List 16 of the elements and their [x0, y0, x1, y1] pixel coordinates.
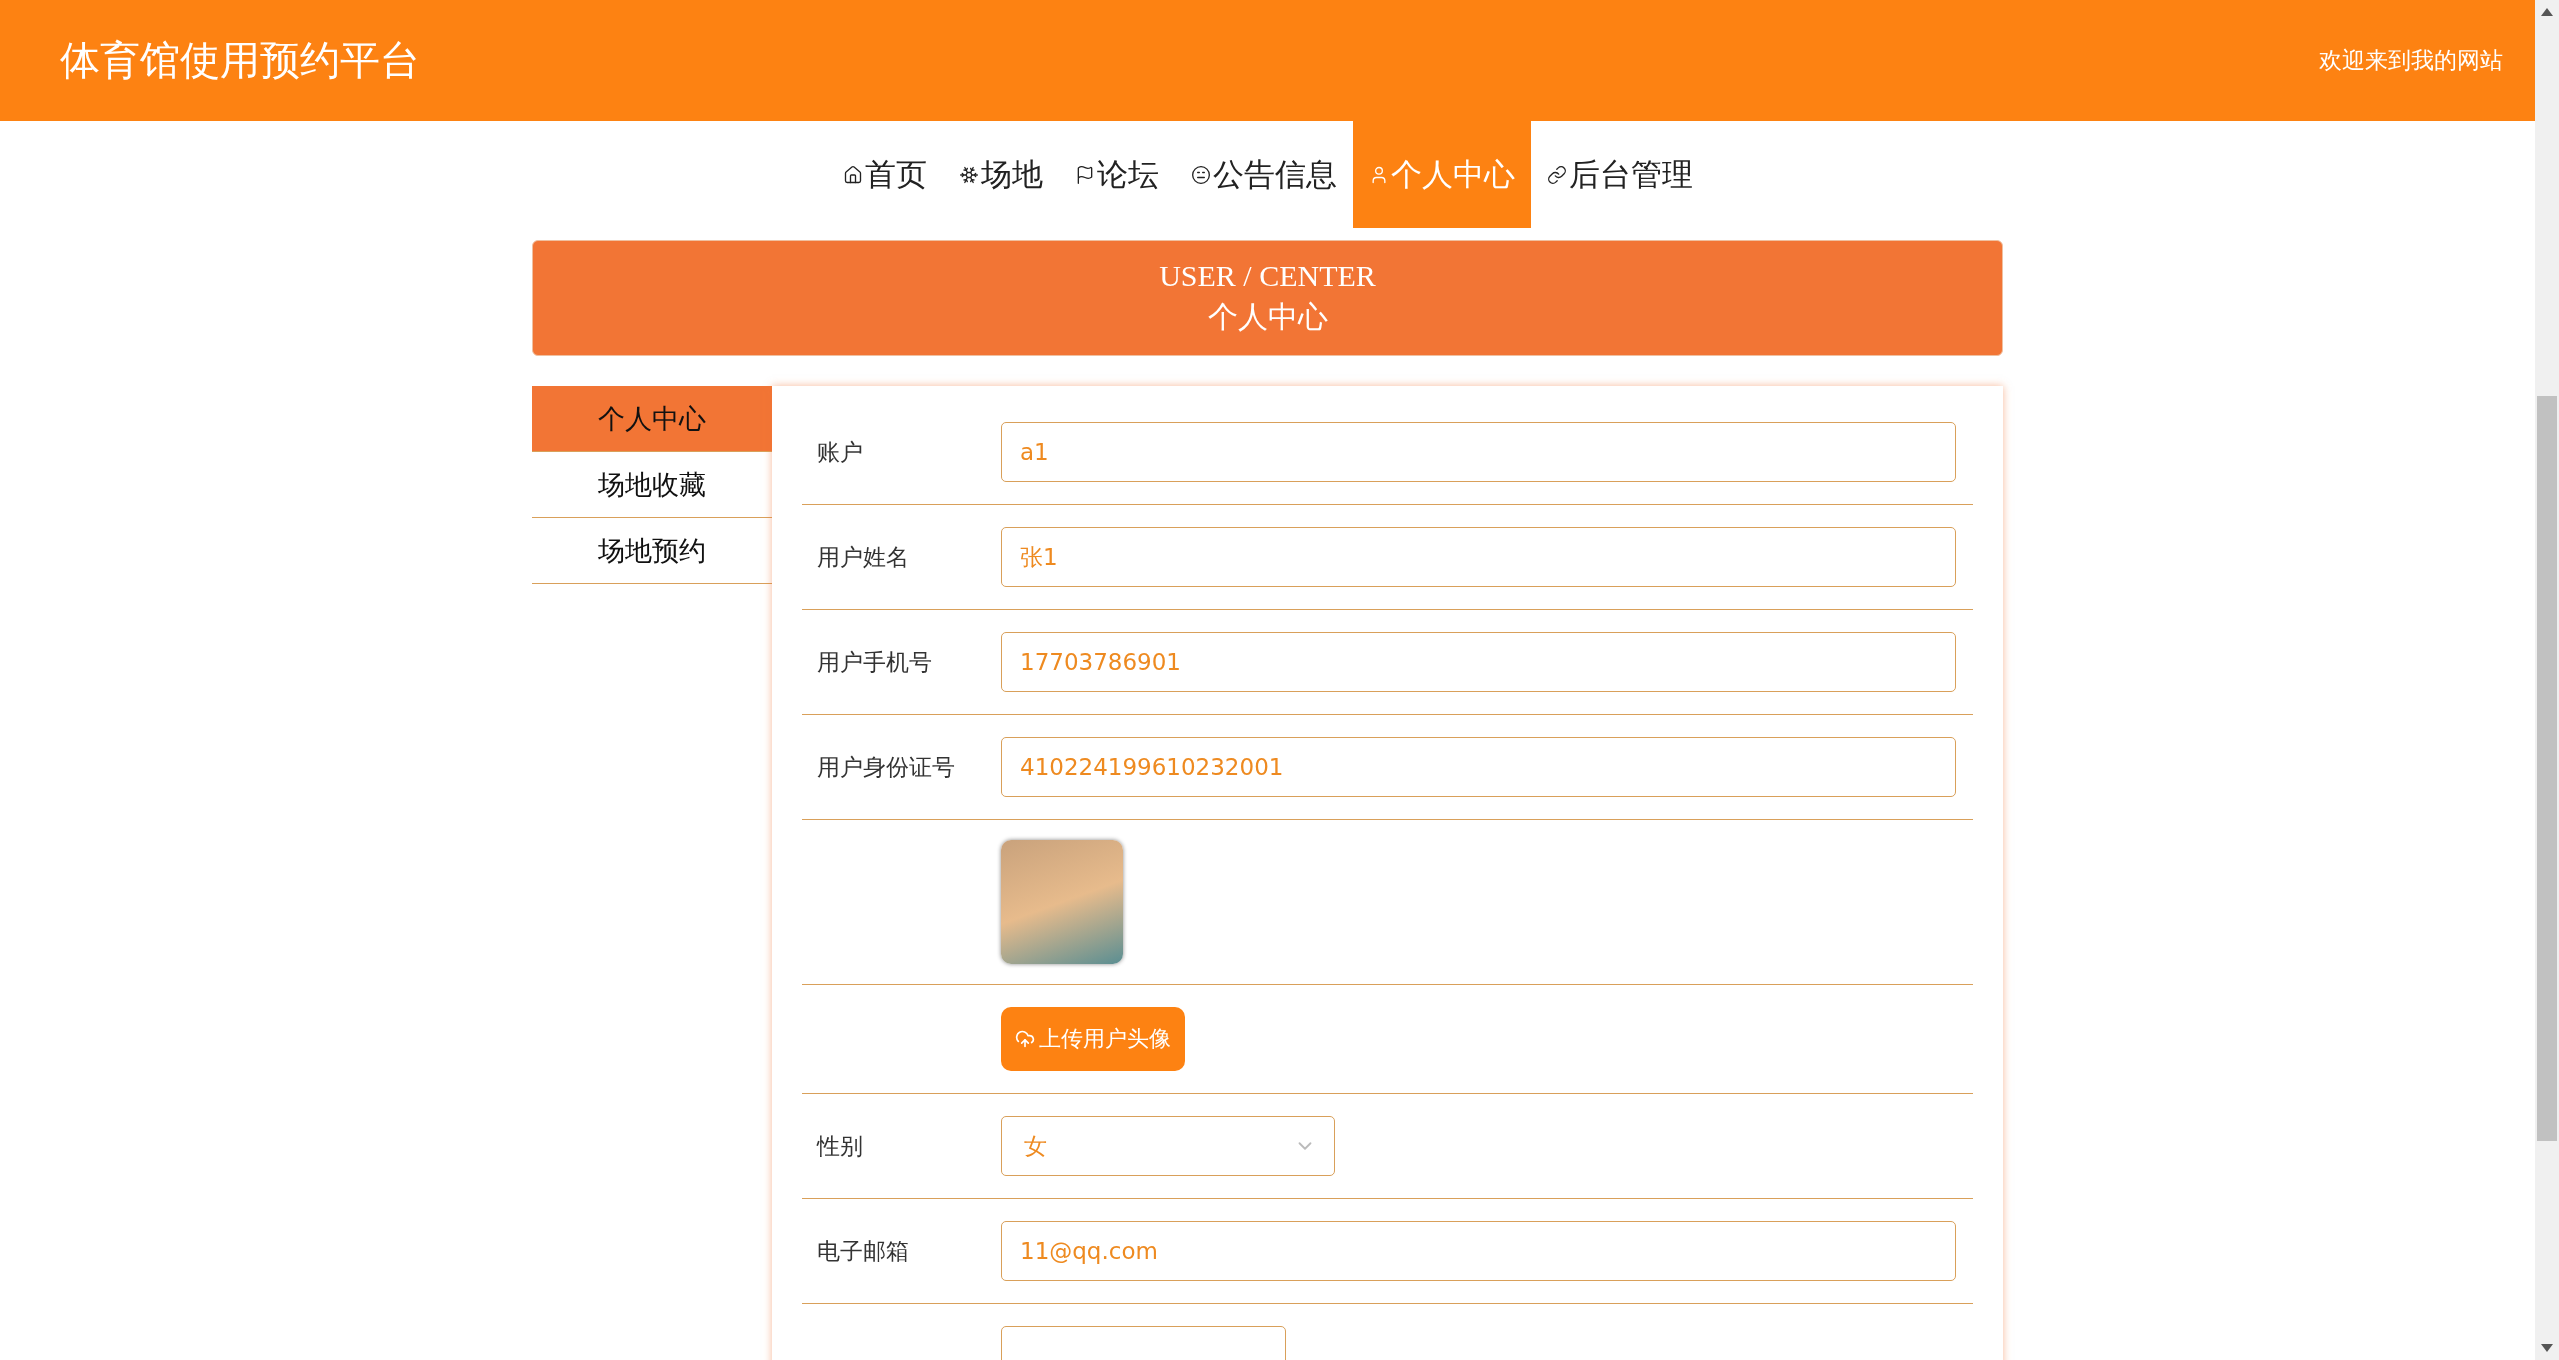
field-label: 用户手机号 — [817, 647, 933, 677]
sidebar-item[interactable]: 个人中心 — [532, 386, 772, 452]
nav-item[interactable]: 公告信息 — [1174, 121, 1353, 228]
banner-subtitle: 个人中心 — [1207, 298, 1328, 335]
field-label: 电子邮箱 — [817, 1236, 910, 1266]
banner-title: USER / CENTER — [1159, 258, 1376, 293]
field-label: 账户 — [817, 437, 864, 467]
field-label: 用户身份证号 — [817, 752, 956, 782]
nav-item[interactable]: 场地 — [942, 121, 1059, 228]
welcome-text: 欢迎来到我的网站 — [2319, 46, 2503, 75]
nav-item[interactable]: 后台管理 — [1530, 121, 1709, 228]
site-title: 体育馆使用预约平台 — [60, 36, 420, 85]
nav-item[interactable]: 首页 — [826, 121, 943, 228]
nav-item[interactable]: 论坛 — [1058, 121, 1175, 228]
field-label: 用户姓名 — [817, 542, 910, 572]
field-label: 性别 — [817, 1131, 864, 1161]
